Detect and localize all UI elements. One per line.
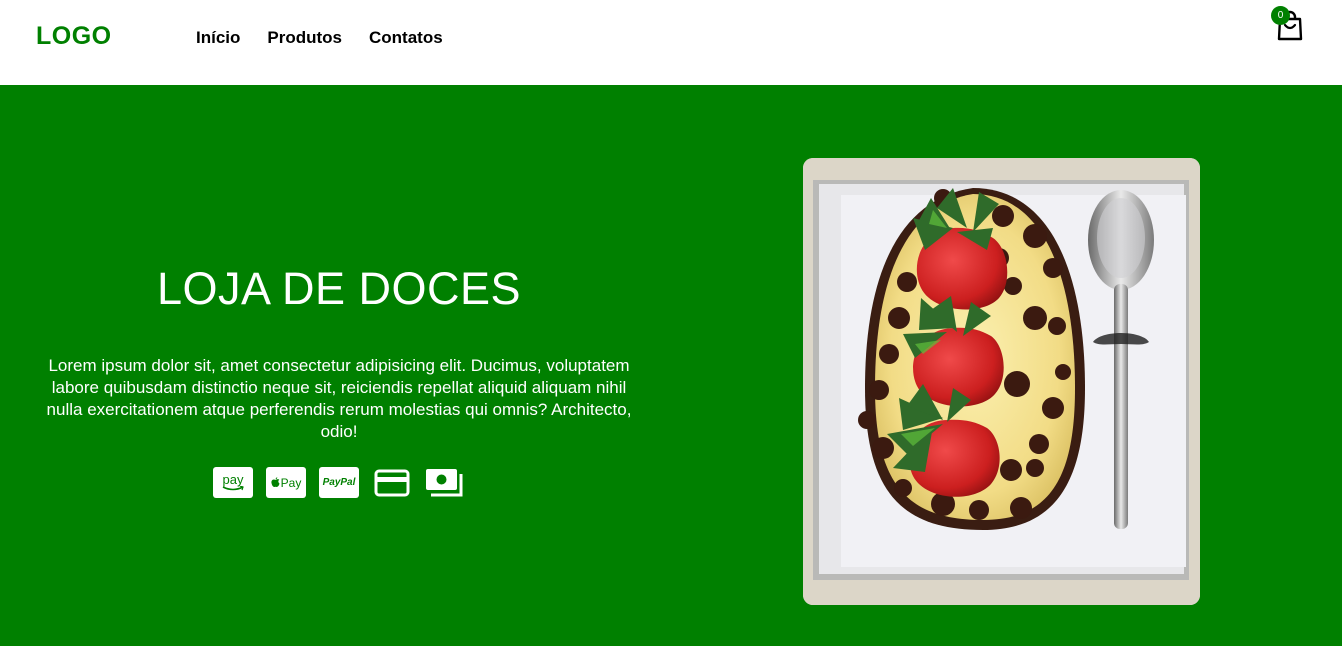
cash-icon — [425, 467, 465, 498]
nav-item-contatos[interactable]: Contatos — [369, 28, 443, 48]
paypal-icon: PayPal — [319, 467, 359, 498]
payment-methods: pay Pay PayPal — [213, 467, 465, 498]
credit-card-icon — [372, 467, 412, 498]
hero-title: LOJA DE DOCES — [156, 263, 522, 314]
hero-description: Lorem ipsum dolor sit, amet consectetur … — [46, 356, 632, 441]
hero-content: LOJA DE DOCES Lorem ipsum dolor sit, ame… — [30, 85, 648, 646]
nav-item-inicio[interactable]: Início — [196, 28, 240, 48]
dessert-photo — [803, 158, 1200, 605]
cart-button[interactable]: 0 — [1270, 6, 1310, 46]
apple-pay-icon: Pay — [266, 467, 306, 498]
strawberry-chocolate-dessert-photo — [803, 158, 1200, 605]
cart-count-badge: 0 — [1271, 6, 1290, 25]
logo[interactable]: LOGO — [36, 22, 112, 51]
site-header: LOGO Início Produtos Contatos 0 — [0, 0, 1342, 85]
amazon-pay-icon: pay — [213, 467, 253, 498]
nav-item-produtos[interactable]: Produtos — [267, 28, 342, 48]
main-nav: Início Produtos Contatos — [196, 28, 470, 48]
hero-section: LOJA DE DOCES Lorem ipsum dolor sit, ame… — [0, 85, 1342, 646]
